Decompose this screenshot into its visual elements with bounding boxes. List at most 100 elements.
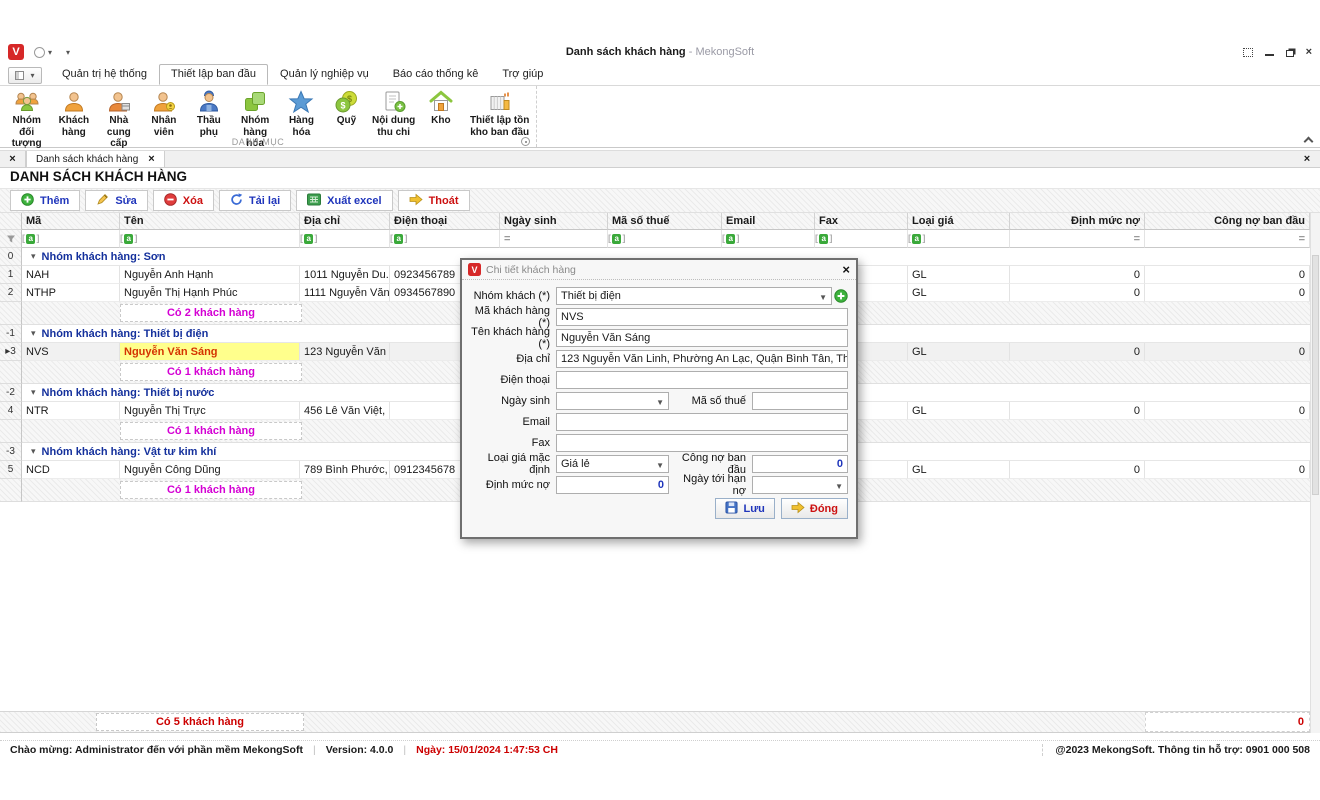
supplier-icon	[106, 88, 132, 115]
name-field[interactable]: Nguyễn Văn Sáng	[556, 329, 848, 347]
close-icon[interactable]: ×	[1306, 47, 1312, 58]
ribbon-tab-3[interactable]: Báo cáo thống kê	[381, 64, 491, 85]
chevron-down-icon[interactable]: ▼	[835, 479, 843, 494]
tabstrip-close-icon[interactable]: ×	[0, 151, 26, 167]
ribbon: Nhóm đối tượngKhách hàngNhà cung cấpNhân…	[0, 85, 1320, 148]
document-tab-close-icon[interactable]: ×	[148, 153, 154, 165]
ribbon-tab-4[interactable]: Trợ giúp	[490, 64, 555, 85]
ribbon-item-hang-hoa[interactable]: Hàng hóa	[279, 88, 324, 138]
filter-cell-diachi[interactable]: a	[300, 230, 390, 248]
application-window: V ▾ ▾ Danh sách khách hàng - MekongSoft …	[0, 40, 1320, 759]
address-field[interactable]: 123 Nguyễn Văn Linh, Phường An Lạc, Quận…	[556, 350, 848, 368]
filter-cell-fax[interactable]: a	[815, 230, 908, 248]
debt-limit-field[interactable]: 0	[556, 476, 669, 494]
filter-funnel-icon[interactable]	[0, 230, 22, 248]
document-tab[interactable]: Danh sách khách hàng ×	[26, 151, 165, 167]
chevron-down-icon[interactable]: ▼	[819, 290, 827, 305]
filter-cell-ma[interactable]: a	[22, 230, 120, 248]
filter-cell-loaigia[interactable]: a	[908, 230, 1010, 248]
window-title-text: Danh sách khách hàng	[566, 46, 686, 58]
ribbon-item-kho[interactable]: Kho	[418, 88, 463, 127]
filter-cell-ngaysinh[interactable]: =	[500, 230, 608, 248]
add-icon	[21, 193, 34, 209]
ribbon-tab-2[interactable]: Quản lý nghiệp vụ	[268, 64, 381, 85]
ribbon-tab-1[interactable]: Thiết lập ban đầu	[159, 64, 268, 85]
ribbon-item-thau-phu[interactable]: Thầu phụ	[186, 88, 231, 138]
quick-access-circle-icon[interactable]	[34, 47, 45, 58]
add-button[interactable]: Thêm	[10, 190, 80, 211]
chevron-down-icon[interactable]: ▼	[656, 458, 664, 473]
filter-cell-ten[interactable]: a	[120, 230, 300, 248]
close-dialog-button[interactable]: Đóng	[781, 498, 848, 519]
column-header-ngaysinh[interactable]: Ngày sinh	[500, 213, 608, 230]
quick-access-chevron-icon[interactable]: ▾	[48, 48, 52, 57]
exit-button[interactable]: Thoát	[398, 190, 470, 211]
column-header-loaigia[interactable]: Loại giá	[908, 213, 1010, 230]
group-count: Có 1 khách hàng	[120, 422, 302, 440]
filter-cell-dinhmucno[interactable]: =	[1010, 230, 1145, 248]
collapse-icon[interactable]: ▾	[31, 251, 36, 262]
column-header-ma[interactable]: Mã	[22, 213, 120, 230]
ribbon-item-noi-dung-thu-chi[interactable]: Nội dung thu chi	[369, 88, 418, 138]
add-group-button[interactable]	[832, 289, 848, 303]
column-header-dinhmucno[interactable]: Định mức nợ	[1010, 213, 1145, 230]
fax-field[interactable]	[556, 434, 848, 452]
delete-button[interactable]: Xóa	[153, 190, 214, 211]
grid-corner-cell[interactable]	[0, 213, 22, 230]
group-combobox[interactable]: Thiết bị điện▼	[556, 287, 832, 305]
application-menu-button[interactable]: ▾	[8, 67, 42, 84]
email-field[interactable]	[556, 413, 848, 431]
code-field[interactable]: NVS	[556, 308, 848, 326]
exit-icon	[409, 193, 423, 209]
save-button[interactable]: Lưu	[715, 498, 774, 519]
edit-button[interactable]: Sửa	[85, 190, 147, 211]
column-header-dienthoai[interactable]: Điện thoại	[390, 213, 500, 230]
phone-field[interactable]	[556, 371, 848, 389]
ribbon-item-khach-hang[interactable]: Khách hàng	[51, 88, 96, 138]
column-header-diachi[interactable]: Địa chỉ	[300, 213, 390, 230]
tax-label: Mã số thuế	[669, 395, 752, 407]
price-type-combobox[interactable]: Giá lẻ▼	[556, 455, 669, 473]
dialog-logo-icon: V	[468, 263, 481, 276]
chevron-down-icon[interactable]: ▼	[656, 395, 664, 410]
minimize-icon[interactable]	[1265, 48, 1274, 56]
ribbon-group-dialog-icon[interactable]	[521, 137, 530, 146]
birthday-combobox[interactable]: ▼	[556, 392, 669, 410]
filter-cell-congno[interactable]: =	[1145, 230, 1310, 248]
debt-due-combobox[interactable]: ▼	[752, 476, 848, 494]
tabstrip-right-close-icon[interactable]: ×	[1294, 151, 1320, 167]
cell-congno: 0	[1145, 461, 1310, 479]
column-header-email[interactable]: Email	[722, 213, 815, 230]
vertical-scrollbar[interactable]	[1310, 213, 1320, 733]
column-header-masothue[interactable]: Mã số thuế	[608, 213, 722, 230]
ribbon-item-noi-dung-thu-chi-label: Nội dung thu chi	[372, 115, 415, 138]
ribbon-item-thiet-lap-ton-kho[interactable]: Thiết lập tồn kho ban đầu	[463, 88, 536, 138]
warehouse-icon	[428, 88, 454, 115]
ribbon-collapse-icon[interactable]	[1304, 135, 1312, 143]
ribbon-tab-0[interactable]: Quản trị hệ thống	[50, 64, 159, 85]
page-title: DANH SÁCH KHÁCH HÀNG	[10, 169, 187, 184]
filter-cell-masothue[interactable]: a	[608, 230, 722, 248]
tax-field[interactable]	[752, 392, 848, 410]
column-header-ten[interactable]: Tên	[120, 213, 300, 230]
ribbon-item-quy[interactable]: $$Quỹ	[324, 88, 369, 127]
restore-icon[interactable]	[1286, 50, 1294, 57]
fullscreen-icon[interactable]	[1243, 48, 1253, 57]
collapse-icon[interactable]: ▾	[31, 328, 36, 339]
quick-access-customize-icon[interactable]: ▾	[66, 48, 70, 57]
export-excel-button[interactable]: Xuất excel	[296, 190, 392, 211]
collapse-icon[interactable]: ▾	[31, 387, 36, 398]
collapse-icon[interactable]: ▾	[31, 446, 36, 457]
dialog-close-icon[interactable]: ×	[842, 263, 850, 276]
ribbon-item-nhan-vien[interactable]: Nhân viên	[141, 88, 186, 138]
filter-cell-email[interactable]: a	[722, 230, 815, 248]
reload-button[interactable]: Tải lại	[219, 190, 291, 211]
edit-button-label: Sửa	[115, 195, 136, 207]
initial-debt-field[interactable]: 0	[752, 455, 848, 473]
filter-cell-dienthoai[interactable]: a	[390, 230, 500, 248]
column-header-fax[interactable]: Fax	[815, 213, 908, 230]
column-header-congno[interactable]: Công nợ ban đầu	[1145, 213, 1310, 230]
scrollbar-thumb[interactable]	[1312, 255, 1319, 495]
filter-text-icon: a	[304, 234, 313, 244]
statusbar-separator: |	[313, 744, 316, 756]
